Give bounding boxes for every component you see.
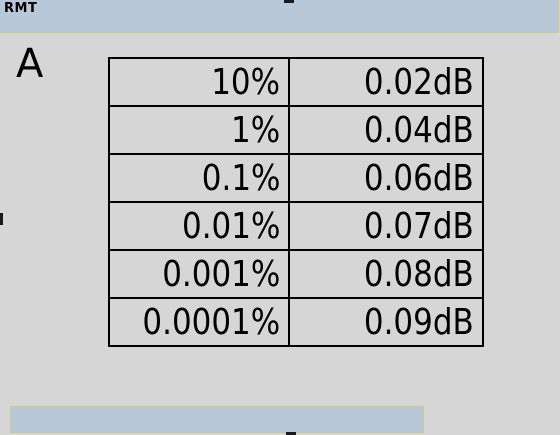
title-bar: RMT	[0, 0, 559, 33]
table-row: 10% 0.02dB	[108, 57, 484, 107]
instrument-screen: RMT A 10% 0.02dB 1% 0.04dB 0.1% 0.06dB 0…	[0, 0, 560, 435]
probability-level-table: 10% 0.02dB 1% 0.04dB 0.1% 0.06dB 0.01% 0…	[108, 57, 484, 347]
top-marker	[284, 0, 294, 3]
level-cell: 0.02dB	[288, 57, 484, 107]
screen-title: RMT	[4, 1, 38, 16]
table-row: 1% 0.04dB	[108, 105, 484, 155]
table-row: 0.001% 0.08dB	[108, 249, 484, 299]
probability-cell: 0.01%	[108, 201, 290, 251]
level-cell: 0.08dB	[288, 249, 484, 299]
level-cell: 0.07dB	[288, 201, 484, 251]
left-marker	[0, 213, 3, 225]
level-cell: 0.04dB	[288, 105, 484, 155]
probability-cell: 1%	[108, 105, 290, 155]
table-row: 0.1% 0.06dB	[108, 153, 484, 203]
trace-label: A	[16, 41, 44, 87]
probability-cell: 0.001%	[108, 249, 290, 299]
table-row: 0.01% 0.07dB	[108, 201, 484, 251]
probability-cell: 0.1%	[108, 153, 290, 203]
probability-cell: 10%	[108, 57, 290, 107]
level-cell: 0.09dB	[288, 297, 484, 347]
probability-cell: 0.0001%	[108, 297, 290, 347]
status-bar	[10, 406, 424, 433]
table-row: 0.0001% 0.09dB	[108, 297, 484, 347]
level-cell: 0.06dB	[288, 153, 484, 203]
